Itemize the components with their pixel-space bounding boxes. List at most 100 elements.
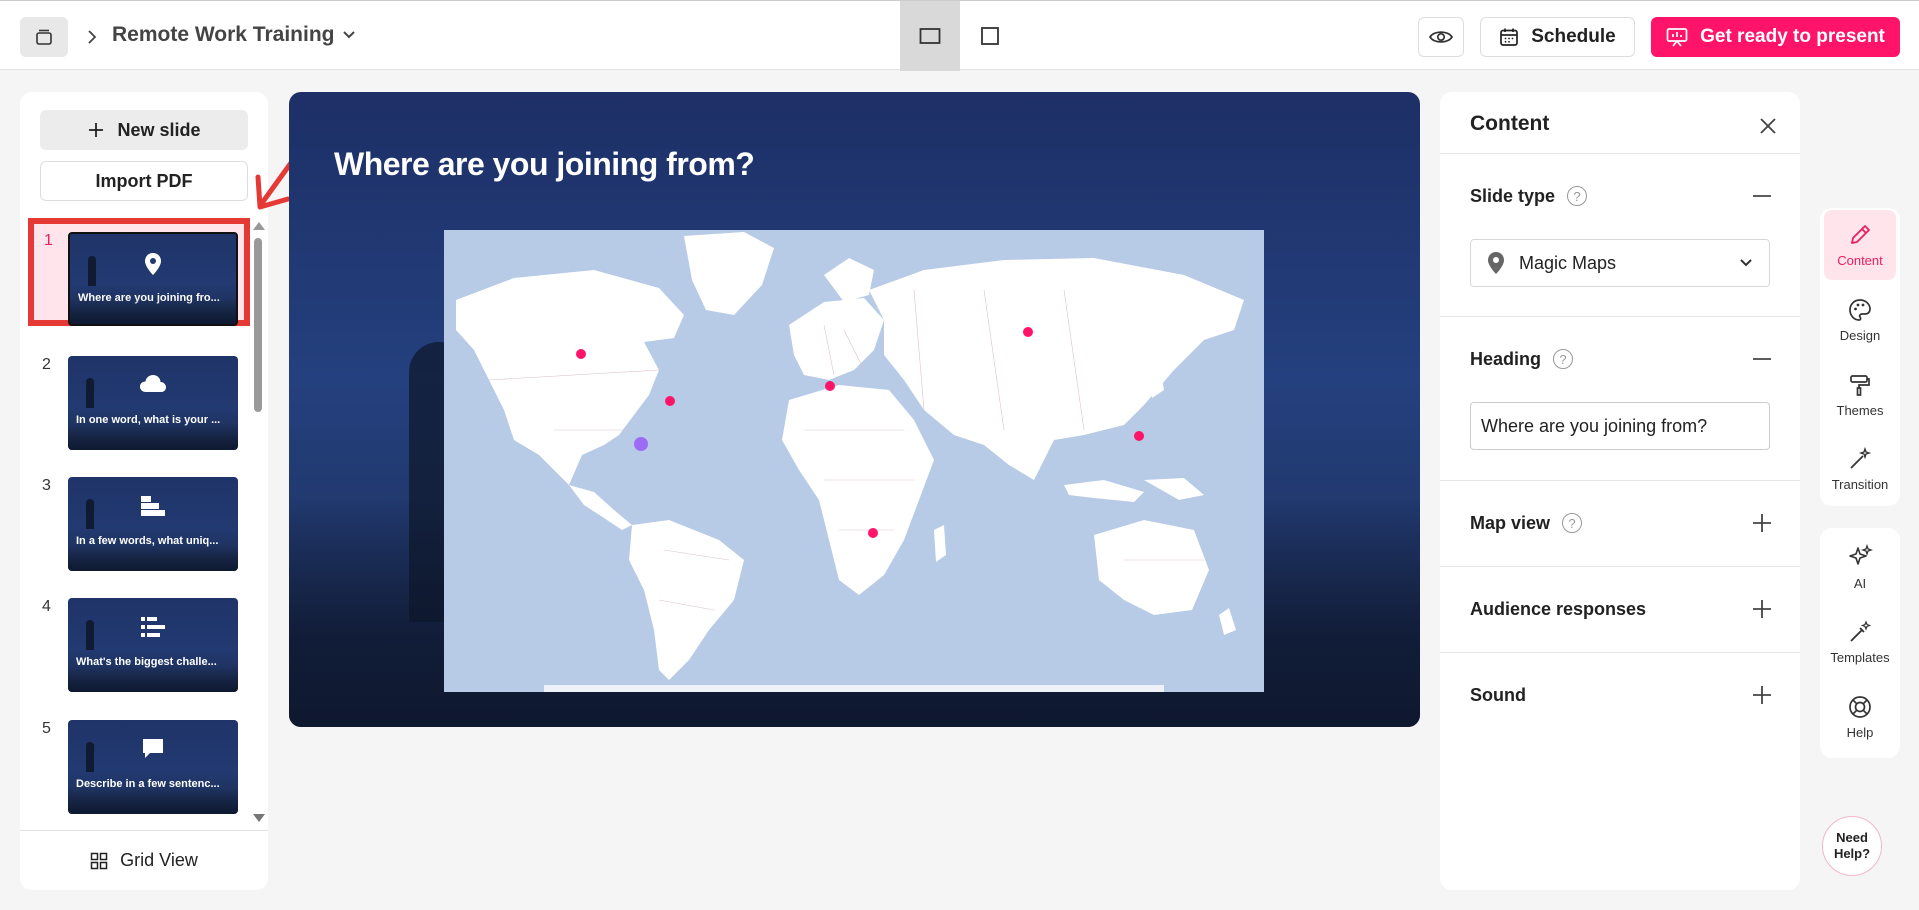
rail-help-button[interactable]: Help [1824, 682, 1896, 752]
map-view-label: Map view [1470, 512, 1551, 533]
lifebuoy-icon [1849, 695, 1871, 718]
slide-number: 4 [42, 598, 51, 615]
map-view-section-header[interactable]: Map view ? [1470, 508, 1770, 538]
crowd-silhouette [68, 788, 238, 814]
new-slide-button[interactable]: New slide [40, 110, 248, 150]
collapse-minus-icon[interactable] [1750, 184, 1774, 208]
get-ready-to-present-button[interactable]: Get ready to present [1651, 17, 1900, 57]
rail-ai-button[interactable]: AI [1824, 532, 1896, 602]
square-view-toggle[interactable] [960, 1, 1020, 71]
top-bar: Remote Work Training Schedule Get ready … [0, 0, 1919, 71]
presentation-board-icon [1666, 28, 1688, 47]
rail-content-button[interactable]: Content [1824, 210, 1896, 280]
need-help-button[interactable]: Need Help? [1822, 816, 1882, 876]
landscape-frame-icon [919, 28, 941, 44]
slides-panel: New slide Import PDF 1 Where are you joi… [20, 92, 268, 890]
rail-help-label: Help [1846, 724, 1874, 740]
palette-icon [1849, 298, 1871, 321]
divider [1440, 566, 1800, 567]
slide-preview: What's the biggest challe... [68, 598, 238, 692]
slide-heading[interactable]: Where are you joining from? [334, 146, 755, 183]
divider [1440, 316, 1800, 317]
slide-number: 5 [42, 720, 51, 737]
help-circle-icon[interactable]: ? [1553, 349, 1574, 369]
rail-design-button[interactable]: Design [1824, 285, 1896, 355]
preview-button[interactable] [1418, 17, 1464, 57]
slide-preview: Describe in a few sentenc... [68, 720, 238, 814]
sound-section-header[interactable]: Sound [1470, 680, 1770, 710]
crowd-silhouette [68, 666, 238, 692]
slide-thumbnail-2[interactable]: 2 In one word, what is your ... [28, 348, 250, 456]
import-pdf-button[interactable]: Import PDF [40, 161, 248, 201]
close-icon[interactable] [1756, 114, 1780, 138]
side-toolbar: Content Design Themes Transition [1820, 208, 1900, 506]
world-map-graphic [456, 232, 1244, 692]
heading-input[interactable] [1470, 402, 1770, 450]
slide-thumbnail-3[interactable]: 3 In a few words, what uniq... [28, 469, 250, 577]
slide-preview: In a few words, what uniq... [68, 477, 238, 571]
divider [1440, 652, 1800, 653]
scroll-down-arrow-icon[interactable] [253, 814, 265, 822]
world-map[interactable] [444, 230, 1264, 692]
scroll-thumb[interactable] [254, 238, 262, 412]
calendar-icon [1500, 28, 1519, 46]
rail-ai-label: AI [1853, 575, 1867, 591]
slides-scrollbar[interactable] [252, 222, 265, 822]
chevron-down-icon [343, 31, 356, 39]
map-pin-icon [70, 252, 236, 276]
magic-wand-sparkle-icon [1850, 619, 1872, 642]
eye-icon [1429, 31, 1453, 43]
rail-templates-label: Templates [1830, 649, 1890, 665]
need-help-line2: Help? [1833, 846, 1871, 861]
help-circle-icon[interactable]: ? [1567, 186, 1588, 206]
divider [1440, 480, 1800, 481]
grid-icon [90, 852, 108, 869]
rail-templates-button[interactable]: Templates [1824, 607, 1896, 677]
slide-preview: In one word, what is your ... [68, 356, 238, 450]
slide-number: 3 [42, 477, 51, 494]
schedule-label: Schedule [1531, 26, 1616, 47]
audience-responses-section-header[interactable]: Audience responses [1470, 594, 1770, 624]
crowd-silhouette [68, 424, 238, 450]
content-panel-title: Content [1470, 112, 1550, 135]
menu-button[interactable] [20, 17, 68, 57]
rail-themes-label: Themes [1836, 402, 1884, 418]
layers-icon [36, 29, 52, 45]
breadcrumb-chevron-icon [82, 25, 102, 49]
speech-bubble-icon [68, 738, 238, 760]
crowd-silhouette [70, 298, 236, 324]
slide-type-label: Slide type [1470, 185, 1556, 206]
map-pin-icon [1488, 252, 1504, 274]
slide-thumbnail-4[interactable]: 4 What's the biggest challe... [28, 590, 250, 698]
heading-section-header: Heading ? [1470, 344, 1770, 374]
content-panel: Content Slide type ? Magic Maps Heading … [1440, 92, 1800, 890]
rail-themes-button[interactable]: Themes [1824, 360, 1896, 430]
slide-type-select[interactable]: Magic Maps [1470, 239, 1770, 287]
expand-plus-icon[interactable] [1750, 511, 1774, 535]
magic-wand-icon [1850, 446, 1872, 469]
expand-plus-icon[interactable] [1750, 683, 1774, 707]
presentation-title[interactable]: Remote Work Training [112, 23, 356, 47]
new-slide-label: New slide [117, 119, 201, 140]
cloud-icon [68, 374, 238, 394]
single-view-toggle[interactable] [900, 1, 960, 71]
chevron-down-icon [1740, 259, 1752, 267]
bars-icon [68, 616, 238, 638]
scroll-up-arrow-icon[interactable] [253, 222, 265, 230]
slide-canvas[interactable]: Where are you joining from? [289, 92, 1420, 727]
rail-transition-label: Transition [1831, 476, 1889, 492]
help-circle-icon[interactable]: ? [1562, 513, 1583, 533]
expand-plus-icon[interactable] [1750, 597, 1774, 621]
divider [1440, 153, 1800, 154]
grid-view-label: Grid View [120, 850, 198, 870]
schedule-button[interactable]: Schedule [1480, 17, 1635, 57]
grid-view-button[interactable]: Grid View [20, 830, 268, 890]
slide-thumbnail-1[interactable]: 1 Where are you joining fro... [28, 218, 250, 326]
rail-design-label: Design [1839, 327, 1881, 343]
side-toolbar-secondary: AI Templates Help [1820, 528, 1900, 758]
rail-transition-button[interactable]: Transition [1824, 434, 1896, 504]
slide-thumbnail-5[interactable]: 5 Describe in a few sentenc... [28, 712, 250, 820]
collapse-minus-icon[interactable] [1750, 347, 1774, 371]
paint-roller-icon [1850, 374, 1870, 396]
slide-type-section-header: Slide type ? [1470, 181, 1770, 211]
